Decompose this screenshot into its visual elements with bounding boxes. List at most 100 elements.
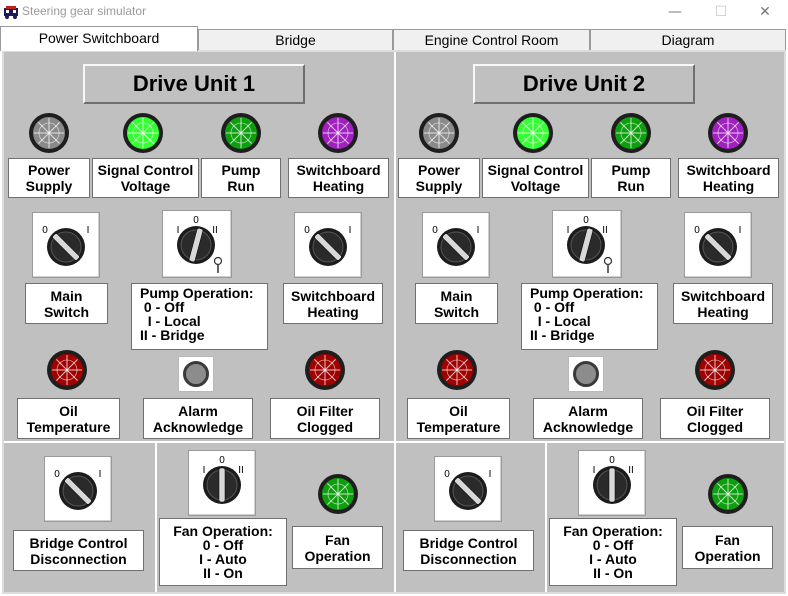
label-line: Operation bbox=[304, 547, 371, 564]
switch-position-label: I bbox=[99, 469, 102, 480]
label-line: Switchboard bbox=[290, 287, 375, 304]
label-line: 0 - Off bbox=[592, 537, 634, 553]
main-switch[interactable]: 0I bbox=[32, 212, 100, 278]
fan-operation-switch[interactable]: I 0 II bbox=[188, 450, 256, 516]
label-line: Run bbox=[227, 178, 255, 194]
switch-position-label: 0 bbox=[304, 225, 310, 236]
switchboard-heating-switch[interactable]: 0I bbox=[684, 212, 752, 278]
close-button[interactable]: ✕ bbox=[742, 0, 788, 24]
label-line: Switch bbox=[43, 303, 90, 320]
rotary-knob-icon: 0I bbox=[42, 225, 89, 266]
window-title: Steering gear simulator bbox=[22, 4, 147, 18]
lamp-oil-filter-clogged bbox=[304, 349, 346, 391]
label-line: Pump bbox=[611, 162, 651, 178]
label-line: Switchboard bbox=[296, 162, 381, 178]
switch-position-label: 0 bbox=[444, 469, 450, 480]
label-line: Oil bbox=[449, 402, 468, 419]
minimize-button[interactable]: — bbox=[652, 0, 698, 24]
switch-position-label: II bbox=[602, 225, 608, 236]
pump-operation-switch[interactable]: I 0 II bbox=[162, 210, 232, 278]
label-pump-operation: Pump Operation: 0 - Off I - Local II - Br… bbox=[131, 283, 268, 350]
label-line: II - Bridge bbox=[530, 327, 595, 343]
label-oil-temperature: Oil Temperature bbox=[17, 398, 120, 439]
app-icon bbox=[3, 5, 19, 19]
label-line: 0 - Off bbox=[530, 299, 575, 315]
lamp-fan-operation bbox=[317, 473, 359, 515]
drive-unit-title: Drive Unit 1 bbox=[83, 64, 305, 104]
label-line: Disconnection bbox=[420, 550, 517, 567]
label-switchboard-heating-lamp: Switchboard Heating bbox=[288, 158, 389, 198]
tab-bridge[interactable]: Bridge bbox=[198, 29, 393, 51]
label-line: Main bbox=[50, 287, 83, 304]
label-line: Temperature bbox=[26, 418, 111, 435]
switch-position-label: 0 bbox=[694, 225, 700, 236]
label-power-supply: Power Supply bbox=[8, 158, 90, 198]
switch-position-label: I bbox=[203, 465, 206, 476]
label-line: Fan bbox=[715, 531, 740, 548]
lamp-oil-temperature-icon bbox=[437, 350, 477, 390]
label-line: Disconnection bbox=[30, 550, 127, 567]
switch-position-label: I bbox=[593, 465, 596, 476]
label-line: Fan bbox=[325, 531, 350, 548]
label-fan-operation-modes: Fan Operation: 0 - Off I - Auto II - On bbox=[159, 518, 287, 586]
label-line: Heating bbox=[702, 178, 755, 194]
label-line: Signal Control bbox=[487, 162, 584, 178]
lamp-power-supply-icon bbox=[29, 113, 69, 153]
switch-position-label: I bbox=[567, 225, 570, 236]
alarm-acknowledge-button[interactable] bbox=[568, 356, 604, 392]
label-line: Alarm bbox=[178, 402, 218, 419]
label-oil-filter-clogged: Oil Filter Clogged bbox=[660, 398, 770, 439]
label-fan-operation-lamp: Fan Operation bbox=[292, 526, 383, 569]
power-switchboard-panel: Drive Unit 1 Power Supply Signal Control V… bbox=[2, 50, 786, 594]
switch-position-label: I bbox=[739, 225, 742, 236]
bridge-control-switch[interactable]: 0I bbox=[434, 456, 502, 522]
label-line: Switch bbox=[433, 303, 480, 320]
label-line: Bridge Control bbox=[419, 534, 518, 551]
bridge-control-switch[interactable]: 0I bbox=[44, 456, 112, 522]
label-main-switch: Main Switch bbox=[25, 283, 108, 324]
label-line: Operation bbox=[694, 547, 761, 564]
lamp-pump-run bbox=[610, 112, 652, 154]
label-line: Pump Operation: bbox=[530, 285, 644, 301]
switch-position-label: 0 bbox=[583, 215, 589, 226]
label-switchboard-heating-switch: Switchboard Heating bbox=[283, 283, 383, 324]
rotary-knob-icon: 0I bbox=[304, 225, 351, 266]
label-oil-filter-clogged: Oil Filter Clogged bbox=[270, 398, 380, 439]
lamp-oil-temperature bbox=[46, 349, 88, 391]
tab-diagram[interactable]: Diagram bbox=[590, 29, 786, 51]
tab-engine-control-room[interactable]: Engine Control Room bbox=[393, 29, 590, 51]
label-signal-control-voltage: Signal Control Voltage bbox=[92, 158, 199, 198]
main-switch[interactable]: 0I bbox=[422, 212, 490, 278]
label-line: Fan Operation: bbox=[173, 523, 273, 539]
lamp-signal-control bbox=[512, 112, 554, 154]
rotary-knob-icon: I 0 II bbox=[593, 455, 634, 504]
label-line: Bridge Control bbox=[29, 534, 128, 551]
label-line: Clogged bbox=[297, 418, 353, 435]
pump-operation-switch[interactable]: I 0 II bbox=[552, 210, 622, 278]
alarm-acknowledge-button[interactable] bbox=[178, 356, 214, 392]
lamp-power-supply bbox=[418, 112, 460, 154]
label-line: Switchboard bbox=[686, 162, 771, 178]
switch-position-label: 0 bbox=[193, 215, 199, 226]
label-pump-operation: Pump Operation: 0 - Off I - Local II - Br… bbox=[521, 283, 658, 350]
tab-power-switchboard[interactable]: Power Switchboard bbox=[0, 26, 198, 51]
label-fan-operation-lamp: Fan Operation bbox=[682, 526, 773, 569]
label-power-supply: Power Supply bbox=[398, 158, 480, 198]
rotary-knob-icon: 0I bbox=[444, 469, 491, 510]
label-line: Voltage bbox=[120, 178, 171, 194]
label-line: Pump bbox=[221, 162, 261, 178]
fan-operation-switch[interactable]: I 0 II bbox=[578, 450, 646, 516]
maximize-button[interactable]: ☐ bbox=[698, 0, 744, 24]
label-line: Switchboard bbox=[680, 287, 765, 304]
label-line: Heating bbox=[307, 303, 359, 320]
bottom-divider-left bbox=[155, 443, 157, 592]
lamp-oil-filter-clogged bbox=[694, 349, 736, 391]
switchboard-heating-switch[interactable]: 0I bbox=[294, 212, 362, 278]
label-alarm-acknowledge: Alarm Acknowledge bbox=[533, 398, 643, 439]
lamp-pump-run bbox=[220, 112, 262, 154]
label-main-switch: Main Switch bbox=[415, 283, 498, 324]
switch-position-label: I bbox=[477, 225, 480, 236]
label-line: Run bbox=[617, 178, 645, 194]
label-line: Power bbox=[27, 162, 70, 178]
label-bridge-control-disconnection: Bridge Control Disconnection bbox=[13, 530, 144, 571]
